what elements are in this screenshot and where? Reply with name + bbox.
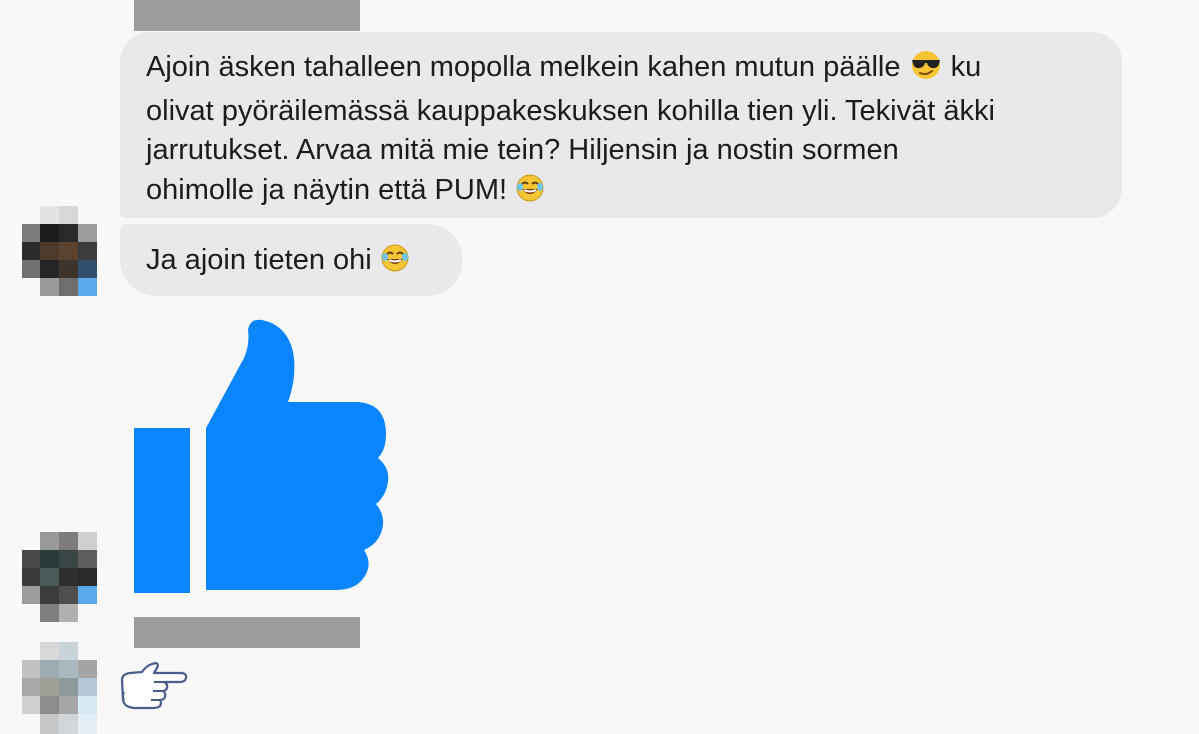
sunglasses-face-emoji-icon xyxy=(909,50,943,92)
pointing-right-hand-icon[interactable] xyxy=(120,660,188,715)
message-text: olivat pyöräilemässä kauppakeskuksen koh… xyxy=(146,94,995,127)
message-bubble[interactable]: Ja ajoin tieten ohi xyxy=(120,224,463,296)
message-line: ohimolle ja näytin että PUM! xyxy=(146,171,1096,215)
message-text: Ja ajoin tieten ohi xyxy=(146,244,372,276)
redacted-sender-name xyxy=(134,617,360,648)
tears-of-joy-emoji-icon xyxy=(380,228,410,300)
message-line: olivat pyöräilemässä kauppakeskuksen koh… xyxy=(146,92,1096,132)
thumbs-up-icon[interactable] xyxy=(132,318,392,601)
message-text: Ajoin äsken tahalleen mopolla melkein ka… xyxy=(146,51,901,83)
avatar[interactable] xyxy=(22,532,97,622)
avatar[interactable] xyxy=(22,642,97,734)
message-text: jarrutukset. Arvaa mitä mie tein? Hiljen… xyxy=(146,134,899,166)
message-bubble[interactable]: Ajoin äsken tahalleen mopolla melkein ka… xyxy=(120,32,1122,218)
redacted-sender-name-top xyxy=(134,0,360,31)
tears-of-joy-emoji-icon xyxy=(515,173,545,215)
message-text: ku xyxy=(950,51,982,83)
avatar[interactable] xyxy=(22,206,97,296)
message-line: jarrutukset. Arvaa mitä mie tein? Hiljen… xyxy=(146,131,1096,171)
message-text: ohimolle ja näytin että PUM! xyxy=(146,173,508,206)
message-line: Ajoin äsken tahalleen mopolla melkein ka… xyxy=(146,48,1096,92)
